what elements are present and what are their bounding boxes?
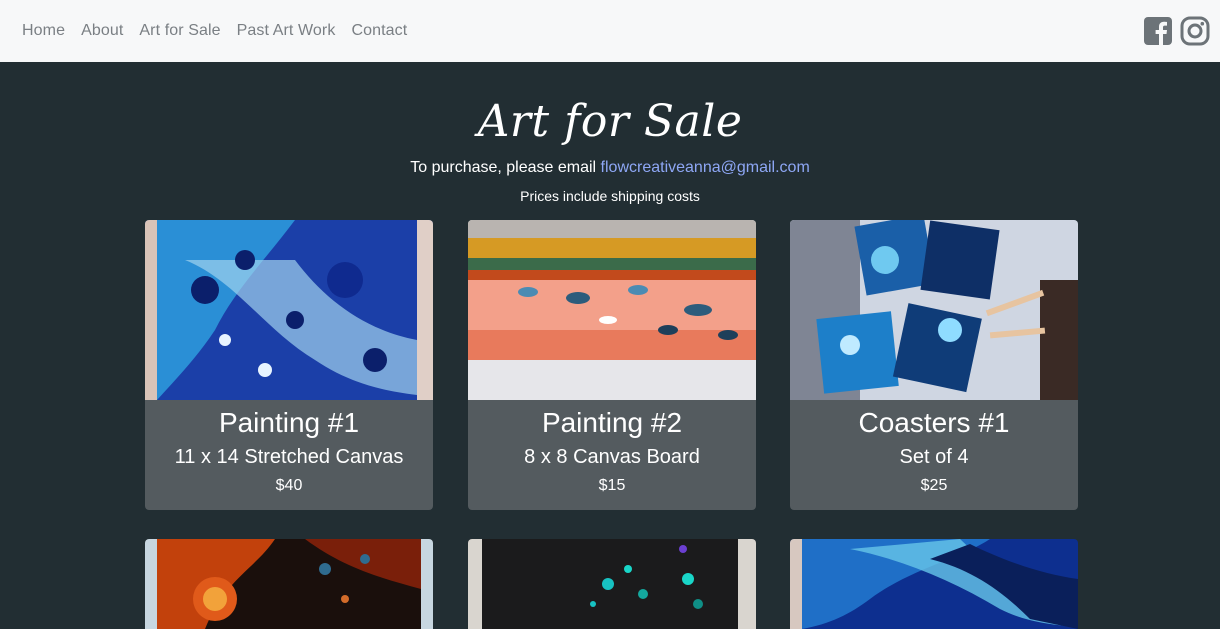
hero-section: Art for Sale To purchase, please email f… <box>0 62 1220 205</box>
card-size: Set of 4 <box>899 446 969 468</box>
painting-6-image <box>790 539 1078 629</box>
art-card[interactable]: Painting #2 8 x 8 Canvas Board $15 <box>468 220 756 510</box>
page-title: Art for Sale <box>477 96 743 147</box>
art-card[interactable] <box>145 539 433 629</box>
facebook-icon[interactable] <box>1144 17 1172 45</box>
painting-4-image <box>145 539 433 629</box>
card-title: Painting #2 <box>541 407 683 438</box>
art-card[interactable]: Painting #1 11 x 14 Stretched Canvas $40 <box>145 220 433 510</box>
coasters-1-image <box>790 220 1078 400</box>
art-card[interactable]: Coasters #1 Set of 4 $25 <box>790 220 1078 510</box>
nav-link-art-for-sale[interactable]: Art for Sale <box>139 22 220 40</box>
nav-link-about[interactable]: About <box>81 22 123 40</box>
top-navbar: Home About Art for Sale Past Art Work Co… <box>0 0 1220 62</box>
purchase-instructions: To purchase, please email flowcreativean… <box>0 157 1220 179</box>
shipping-note: Prices include shipping costs <box>520 188 700 204</box>
card-price: $15 <box>598 477 626 494</box>
instagram-icon[interactable] <box>1180 16 1210 46</box>
email-link[interactable]: flowcreativeanna@gmail.com <box>601 159 810 176</box>
card-title: Painting #1 <box>218 407 360 438</box>
card-price: $40 <box>275 477 303 494</box>
painting-5-image <box>468 539 756 629</box>
nav-links: Home About Art for Sale Past Art Work Co… <box>22 22 407 40</box>
nav-link-contact[interactable]: Contact <box>351 22 407 40</box>
painting-1-image <box>145 220 433 400</box>
nav-link-past-art-work[interactable]: Past Art Work <box>237 22 336 40</box>
art-card[interactable] <box>468 539 756 629</box>
painting-2-image <box>468 220 756 400</box>
card-size: 11 x 14 Stretched Canvas <box>174 446 404 468</box>
nav-link-home[interactable]: Home <box>22 22 65 40</box>
art-card[interactable] <box>790 539 1078 629</box>
social-links <box>1144 16 1210 46</box>
card-size: 8 x 8 Canvas Board <box>524 446 700 468</box>
card-body: Painting #1 11 x 14 Stretched Canvas $40 <box>145 400 433 510</box>
card-body: Coasters #1 Set of 4 $25 <box>790 400 1078 510</box>
purchase-text: To purchase, please email <box>410 159 601 176</box>
card-body: Painting #2 8 x 8 Canvas Board $15 <box>468 400 756 510</box>
card-title: Coasters #1 <box>858 407 1010 438</box>
card-price: $25 <box>920 477 948 494</box>
